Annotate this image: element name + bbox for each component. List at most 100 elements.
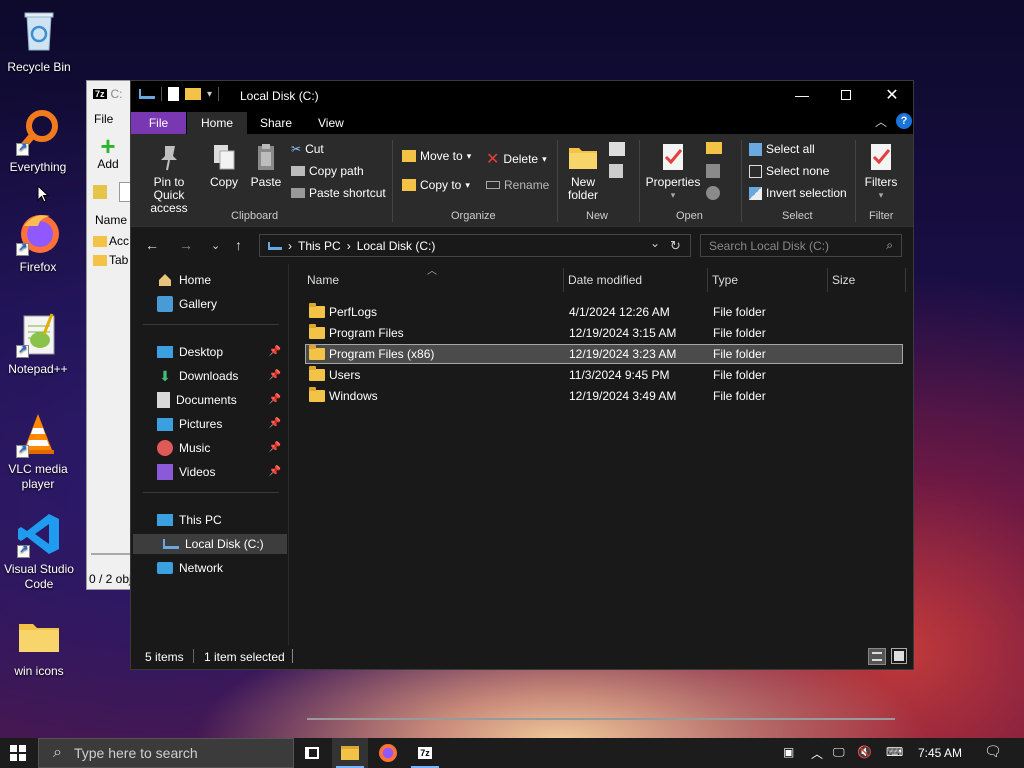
nav-item-downloads[interactable]: ⬇ Downloads 📌 <box>157 366 285 386</box>
nav-item-this-pc[interactable]: This PC <box>157 510 285 530</box>
history-icon[interactable] <box>706 186 720 200</box>
desktop-icon-win-icons[interactable]: win icons <box>1 612 77 679</box>
help-icon[interactable]: ? <box>896 113 912 129</box>
desktop-icon-everything[interactable]: Everything <box>0 108 76 175</box>
breadcrumb-chevron-icon[interactable]: › <box>288 239 292 253</box>
file-explorer-window[interactable]: ▾ Local Disk (C:) — ✕ File Home Share Vi… <box>130 80 914 720</box>
move-to-button[interactable]: Move to ▾ <box>402 149 471 163</box>
7zip-row[interactable]: Tab <box>93 253 128 267</box>
7zip-menu-file[interactable]: File <box>94 112 113 126</box>
table-row[interactable]: PerfLogs 4/1/2024 12:26 AM File folder <box>305 302 903 322</box>
properties-qa-icon[interactable] <box>168 87 179 101</box>
edit-icon[interactable] <box>706 164 720 178</box>
clock[interactable]: 7:45 AM <box>918 746 962 760</box>
close-button[interactable]: ✕ <box>869 81 915 109</box>
details-view-button[interactable] <box>868 648 886 665</box>
7zip-scrollbar[interactable] <box>91 553 131 555</box>
7zip-row[interactable]: Acc <box>93 234 129 248</box>
nav-item-music[interactable]: Music 📌 <box>157 438 285 458</box>
desktop-icon-recycle-bin[interactable]: Recycle Bin <box>1 8 77 75</box>
breadcrumb-chevron-icon[interactable]: › <box>347 239 351 253</box>
pin-icon[interactable]: 📌 <box>269 462 281 482</box>
address-bar[interactable]: › This PC › Local Disk (C:) ⌄ ↻ <box>259 234 691 257</box>
tab-share[interactable]: Share <box>246 112 306 134</box>
cut-button[interactable]: ✂ Cut <box>291 142 324 156</box>
new-folder-button[interactable]: New folder <box>563 142 603 202</box>
table-row[interactable]: Users 11/3/2024 9:45 PM File folder <box>305 365 903 385</box>
start-button[interactable] <box>0 738 36 768</box>
desktop-icon-vscode[interactable]: Visual Studio Code <box>1 510 77 592</box>
pin-icon[interactable]: 📌 <box>269 342 281 362</box>
7zip-up-icon[interactable] <box>93 185 107 199</box>
tray-app-icon[interactable]: ▣ <box>783 745 794 759</box>
tab-view[interactable]: View <box>304 112 358 134</box>
large-icons-view-button[interactable] <box>891 648 907 664</box>
taskbar-7zip[interactable]: 7z <box>407 738 443 768</box>
show-hidden-icons-chevron-icon[interactable]: ︿ <box>811 745 823 762</box>
minimize-button[interactable]: — <box>779 81 825 109</box>
pin-icon[interactable]: 📌 <box>269 390 281 410</box>
forward-arrow-icon[interactable]: → <box>179 237 193 253</box>
nav-item-videos[interactable]: Videos 📌 <box>157 462 285 482</box>
back-arrow-icon[interactable]: ← <box>145 237 159 253</box>
nav-item-desktop[interactable]: Desktop 📌 <box>157 342 285 362</box>
pin-quick-access-button[interactable]: Pin to Quick access <box>137 142 201 215</box>
taskbar-firefox[interactable] <box>370 738 406 768</box>
properties-button[interactable]: Properties ▾ <box>645 142 701 202</box>
new-folder-qa-icon[interactable] <box>185 88 201 100</box>
address-dropdown-icon[interactable]: ⌄ <box>650 236 660 250</box>
filters-button[interactable]: Filters ▾ <box>861 142 901 202</box>
taskbar-search-input[interactable]: Type here to search <box>74 745 198 761</box>
easy-access-icon[interactable] <box>609 164 623 178</box>
network-tray-icon[interactable]: 🖵 <box>833 745 845 760</box>
up-arrow-icon[interactable]: ↑ <box>235 237 242 253</box>
horizontal-scrollbar[interactable] <box>307 718 895 720</box>
select-none-button[interactable]: Select none <box>749 164 829 178</box>
taskbar-search-box[interactable]: ⌕ Type here to search <box>38 738 294 768</box>
paste-shortcut-button[interactable]: Paste shortcut <box>291 186 386 200</box>
recent-locations-chevron-icon[interactable]: ⌄ <box>211 239 220 252</box>
7zip-add-button[interactable]: + Add <box>93 133 123 171</box>
column-header-size[interactable]: Size <box>832 268 855 292</box>
delete-button[interactable]: ✕ Delete ▾ <box>486 149 547 169</box>
table-row-selected[interactable]: Program Files (x86) 12/19/2024 3:23 AM F… <box>305 344 903 364</box>
invert-selection-button[interactable]: Invert selection <box>749 186 847 200</box>
open-icon[interactable] <box>706 142 722 154</box>
copy-button[interactable]: Copy <box>205 142 243 189</box>
search-input[interactable]: Search Local Disk (C:) <box>709 239 829 253</box>
pin-icon[interactable]: 📌 <box>269 366 281 386</box>
customize-qa-icon[interactable]: ▾ <box>207 89 212 100</box>
breadcrumb-local-disk[interactable]: Local Disk (C:) <box>357 239 436 253</box>
nav-item-pictures[interactable]: Pictures 📌 <box>157 414 285 434</box>
nav-item-gallery[interactable]: Gallery <box>157 294 285 314</box>
nav-item-home[interactable]: Home <box>157 270 285 290</box>
taskbar-file-explorer[interactable] <box>332 738 368 768</box>
pin-icon[interactable]: 📌 <box>269 414 281 434</box>
select-all-button[interactable]: Select all <box>749 142 815 156</box>
search-box[interactable]: Search Local Disk (C:) ⌕ <box>700 234 902 257</box>
table-row[interactable]: Windows 12/19/2024 3:49 AM File folder <box>305 386 903 406</box>
nav-item-documents[interactable]: Documents 📌 <box>157 390 285 410</box>
desktop-icon-notepadpp[interactable]: Notepad++ <box>0 310 76 377</box>
nav-item-network[interactable]: Network <box>157 558 285 578</box>
column-header-name[interactable]: Name <box>307 268 339 292</box>
collapse-ribbon-icon[interactable]: ︿ <box>875 113 887 130</box>
paste-button[interactable]: Paste <box>247 142 285 189</box>
file-list[interactable]: ︿ Name Date modified Type Size PerfLogs … <box>291 264 913 720</box>
desktop-icon-firefox[interactable]: Firefox <box>0 208 76 275</box>
nav-item-local-disk[interactable]: Local Disk (C:) <box>133 534 287 554</box>
table-row[interactable]: Program Files 12/19/2024 3:15 AM File fo… <box>305 323 903 343</box>
copy-path-button[interactable]: Copy path <box>291 164 364 178</box>
copy-to-button[interactable]: Copy to ▾ <box>402 178 470 192</box>
maximize-button[interactable] <box>823 81 869 109</box>
pin-icon[interactable]: 📌 <box>269 438 281 458</box>
7zip-col-name[interactable]: Name <box>95 213 127 227</box>
refresh-icon[interactable]: ↻ <box>670 238 681 254</box>
rename-button[interactable]: Rename <box>486 178 549 192</box>
task-view-button[interactable] <box>294 738 330 768</box>
desktop-icon-vlc[interactable]: VLC media player <box>0 410 76 492</box>
new-item-icon[interactable] <box>609 142 625 156</box>
volume-muted-icon[interactable]: 🔇 <box>857 745 872 759</box>
breadcrumb-this-pc[interactable]: This PC <box>298 239 341 253</box>
titlebar[interactable]: ▾ Local Disk (C:) — ✕ <box>131 81 913 109</box>
